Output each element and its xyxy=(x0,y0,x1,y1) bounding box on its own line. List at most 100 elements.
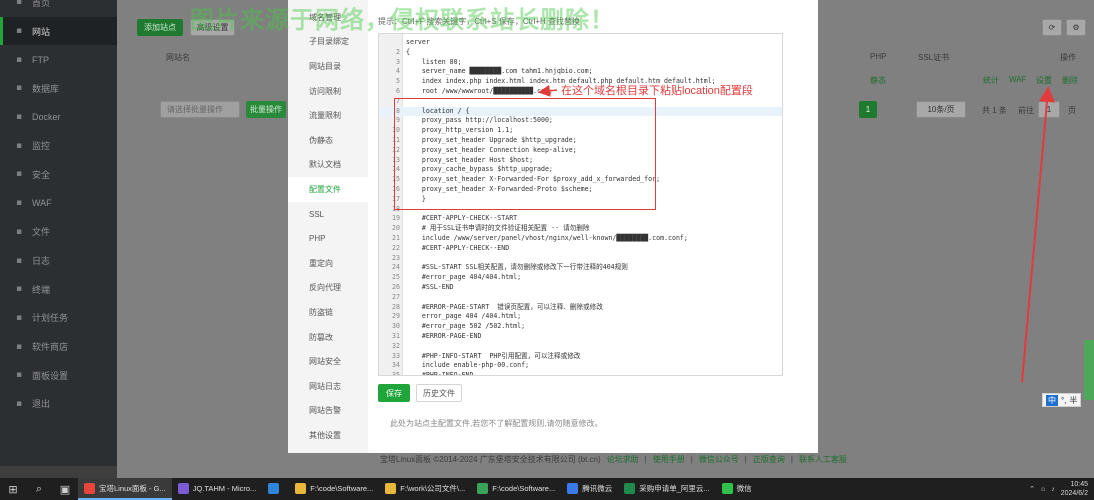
modal-nav-item[interactable]: 防盗链 xyxy=(288,300,368,325)
line-text: include enable-php-00.conf; xyxy=(406,361,530,370)
gear-icon[interactable]: ⚙ xyxy=(1066,19,1086,36)
sidebar-item[interactable]: ▪ 软件商店 xyxy=(0,332,117,361)
history-file-button[interactable]: 历史文件 xyxy=(416,384,462,402)
footer-link[interactable]: 使用手册 xyxy=(653,454,685,465)
terminal-icon: ▪ xyxy=(15,284,23,295)
line-number: 29 xyxy=(392,312,400,321)
globe-icon: ▪ xyxy=(15,26,23,37)
goto-label: 前往 xyxy=(1018,106,1034,115)
modal-nav-item[interactable]: 网站目录 xyxy=(288,54,368,79)
clock[interactable]: 10:45 2024/6/2 xyxy=(1061,480,1088,498)
line-text: { xyxy=(406,47,410,56)
page-size-select[interactable]: 10条/页 xyxy=(916,101,966,118)
taskbar-app[interactable]: F:\work\公司文件\... xyxy=(379,478,471,500)
sidebar-item[interactable]: ▪ 网站 xyxy=(0,16,117,46)
modal-nav-item[interactable]: 伪静态 xyxy=(288,128,368,153)
app-icon xyxy=(385,482,397,494)
line-number: 19 xyxy=(392,214,400,223)
modal-nav-item[interactable]: 配置文件 xyxy=(288,177,368,202)
modal-nav-item[interactable]: 其他设置 xyxy=(288,423,368,448)
sidebar-item[interactable]: ▪ 监控 xyxy=(0,131,117,160)
save-button[interactable]: 保存 xyxy=(378,384,410,402)
modal-nav-item[interactable]: 网站告警 xyxy=(288,399,368,424)
row-action-delete[interactable]: 删除 xyxy=(1062,75,1078,86)
sidebar-item[interactable]: ▪ 安全 xyxy=(0,160,117,189)
sidebar-item[interactable]: ▪ FTP xyxy=(0,45,117,74)
taskbar-app[interactable]: 宝塔Linux面板 - G... xyxy=(78,478,172,500)
sidebar-item[interactable]: ▪ WAF xyxy=(0,189,117,218)
sidebar-item[interactable]: ▪ 面板设置 xyxy=(0,361,117,390)
app-icon xyxy=(624,482,636,494)
sidebar-item[interactable]: ▪ 数据库 xyxy=(0,74,117,103)
taskbar-app[interactable]: F:\code\Software... xyxy=(289,478,379,500)
task-view-icon[interactable]: ▣ xyxy=(52,478,78,500)
footer-link[interactable]: 联系人工客服 xyxy=(799,454,847,465)
search-icon[interactable]: ⌕ xyxy=(26,478,52,500)
footer-link[interactable]: 正版查询 xyxy=(753,454,785,465)
taskbar-app[interactable]: JQ.TAHM - Micro... xyxy=(172,478,263,500)
taskbar-app[interactable]: 采购申请单_阿里云... xyxy=(618,478,715,500)
line-text: #CERT-APPLY-CHECK--END xyxy=(406,243,510,252)
line-number: 27 xyxy=(392,292,400,301)
modal-nav-item[interactable]: PHP xyxy=(288,226,368,251)
code-line: 25 #error_page 404/404.html; xyxy=(379,273,782,283)
modal-nav-item[interactable]: 网站安全 xyxy=(288,349,368,374)
sidebar-item[interactable]: ▪ 文件 xyxy=(0,218,117,247)
modal-nav-item[interactable]: SSL xyxy=(288,202,368,227)
log-icon: ▪ xyxy=(15,255,23,266)
gear-icon: ▪ xyxy=(15,370,23,381)
network-icon[interactable]: ⌂ xyxy=(1041,486,1045,493)
modal-nav-item[interactable]: 网站日志 xyxy=(288,374,368,399)
add-site-button[interactable]: 添加站点 xyxy=(137,19,183,36)
sidebar-item-label: 计划任务 xyxy=(32,313,69,324)
sidebar-item[interactable]: ▪ 日志 xyxy=(0,246,117,275)
modal-nav-item[interactable]: 防篡改 xyxy=(288,325,368,350)
line-number: 34 xyxy=(392,361,400,370)
sidebar-item[interactable]: ▪ 退出 xyxy=(0,390,117,419)
sidebar-item-label: 首页 xyxy=(32,0,51,8)
refresh-icon[interactable]: ⟳ xyxy=(1042,19,1062,36)
sidebar-item[interactable]: ▪ 终端 xyxy=(0,275,117,304)
taskbar-app[interactable]: F:\code\Software... xyxy=(471,478,561,500)
modal-nav-item[interactable]: 重定向 xyxy=(288,251,368,276)
row-action-waf[interactable]: WAF xyxy=(1009,75,1026,84)
watermark: 图片来源于网络，侵权联系站长删除！ xyxy=(190,6,615,34)
windows-taskbar: ⊞ ⌕ ▣ 宝塔Linux面板 - G... JQ.TAHM - Micro...… xyxy=(0,478,1094,500)
modal-nav-item[interactable]: 访问限制 xyxy=(288,79,368,104)
taskbar-app[interactable] xyxy=(262,478,289,500)
sidebar-item[interactable]: ▪ 首页 xyxy=(0,0,117,17)
page-footer: 宝塔Linux面板 ©2014-2024 广东堡塔安全技术有限公司 (bt.cn… xyxy=(380,454,847,465)
sidebar-item[interactable]: ▪ 计划任务 xyxy=(0,304,117,333)
footer-link[interactable]: 论坛求助 xyxy=(607,454,639,465)
page-current[interactable]: 1 xyxy=(859,101,877,118)
sidebar-item-label: 终端 xyxy=(32,284,51,295)
taskbar-app[interactable]: 腾讯微云 xyxy=(561,478,618,500)
side-feedback-tab[interactable] xyxy=(1084,340,1094,400)
logout-icon: ▪ xyxy=(15,398,23,409)
line-text: #ERROR-PAGE-END xyxy=(406,332,482,340)
batch-select[interactable]: 请选择批量操作 xyxy=(160,101,240,118)
code-line: 20 # 用于SSL证书申请时的文件验证相关配置 -- 请勿删除 xyxy=(379,224,782,234)
line-text: #ERROR-PAGE-START 错误页配置，可以注释、删除或修改 xyxy=(406,302,603,311)
sidebar-item-label: 监控 xyxy=(32,141,51,152)
sidebar-item[interactable]: ▪ Docker xyxy=(0,103,117,132)
taskbar-app-label: JQ.TAHM - Micro... xyxy=(192,483,257,493)
chevron-up-icon[interactable]: ⌃ xyxy=(1029,485,1035,493)
batch-action-button[interactable]: 批量操作 xyxy=(246,101,286,118)
ime-indicator[interactable]: 中 °, 半 xyxy=(1042,393,1082,407)
modal-nav-item[interactable]: 反向代理 xyxy=(288,276,368,301)
modal-nav-item[interactable]: 流量限制 xyxy=(288,103,368,128)
taskbar-app[interactable]: 微信 xyxy=(716,478,758,500)
clock-time: 10:45 xyxy=(1070,481,1088,488)
sidebar-item-label: 退出 xyxy=(32,399,51,410)
modal-nav-item[interactable]: 默认文档 xyxy=(288,153,368,178)
volume-icon[interactable]: ♪ xyxy=(1051,486,1055,493)
row-action-settings[interactable]: 设置 xyxy=(1036,75,1052,86)
footer-link[interactable]: 微信公众号 xyxy=(699,454,739,465)
goto-input[interactable]: 1 xyxy=(1038,101,1060,118)
windows-start-icon[interactable]: ⊞ xyxy=(0,478,26,500)
line-number: 20 xyxy=(392,224,400,233)
ime-lang: 中 xyxy=(1046,394,1058,406)
row-action-stats[interactable]: 统计 xyxy=(983,75,999,86)
code-line: server xyxy=(379,38,782,48)
